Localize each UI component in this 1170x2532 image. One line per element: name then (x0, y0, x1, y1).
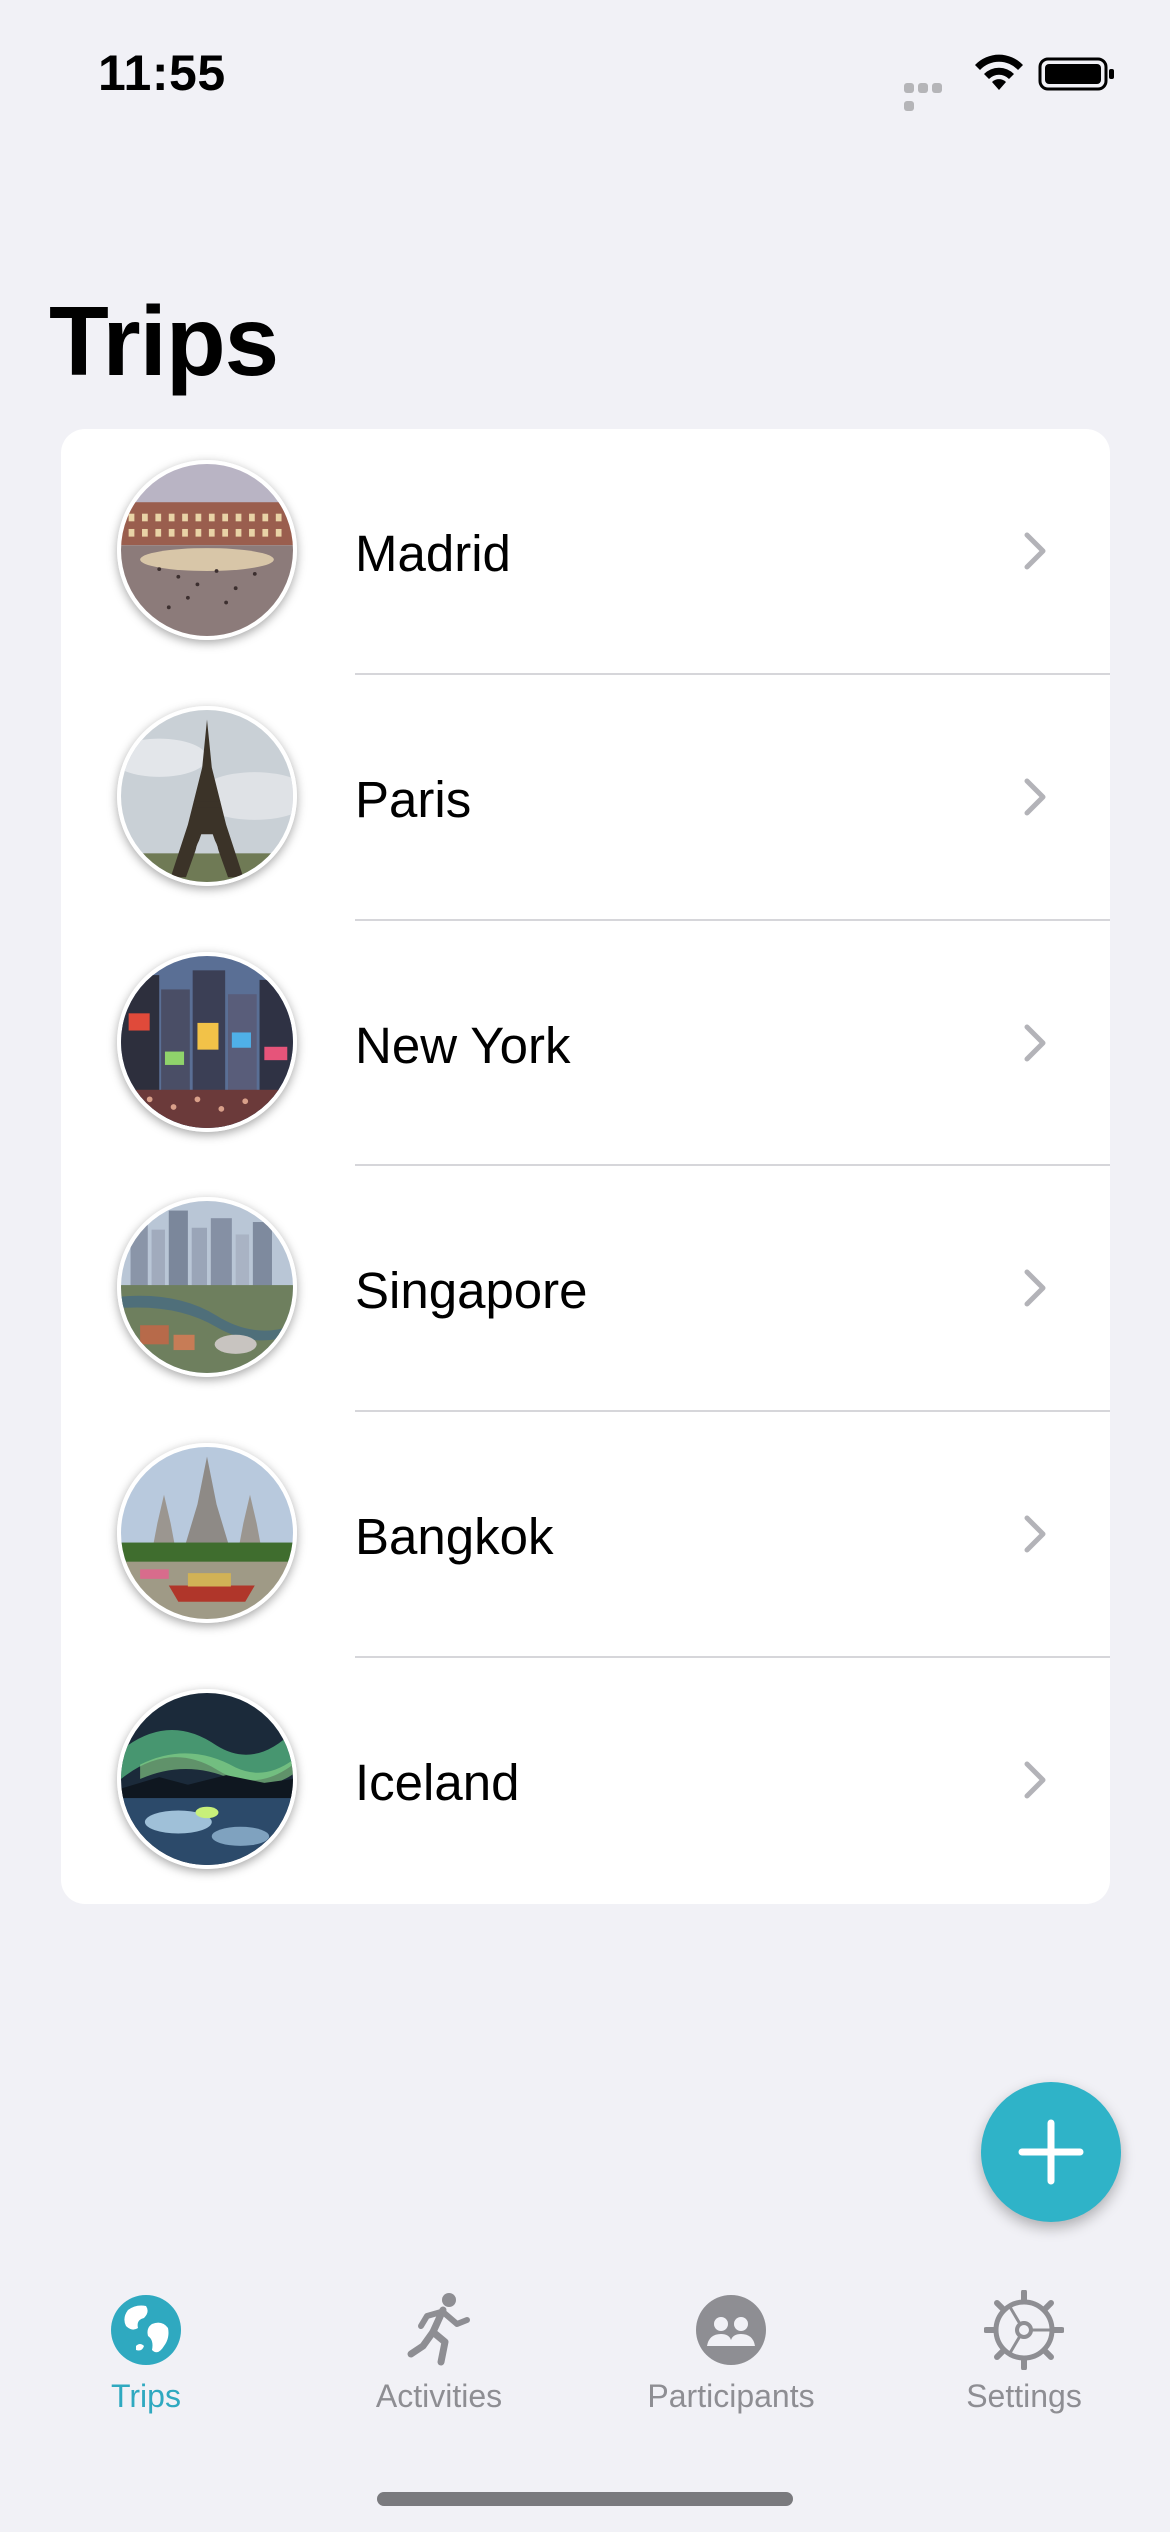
paris-photo (117, 705, 297, 886)
page-title: Trips (49, 286, 279, 396)
trip-name: Iceland (355, 1753, 520, 1811)
madrid-photo (117, 460, 297, 640)
plus-icon (1018, 2119, 1084, 2185)
chevron-right-icon (1024, 1024, 1046, 1062)
chevron-right-icon (1024, 1761, 1046, 1799)
globe-icon (111, 2295, 181, 2365)
wifi-icon (975, 54, 1023, 90)
running-person-icon (407, 2293, 470, 2366)
trip-name: Singapore (355, 1262, 588, 1320)
tab-trips[interactable]: Trips (26, 2290, 266, 2450)
status-bar: 11:55 (0, 0, 1170, 150)
iceland-photo (117, 1688, 297, 1869)
singapore-photo (117, 1197, 297, 1378)
trip-list: Madrid Paris New York Singapore Bangkok … (61, 429, 1110, 1904)
trip-name: New York (355, 1016, 571, 1074)
trip-name: Bangkok (355, 1508, 554, 1566)
chevron-right-icon (1024, 1515, 1046, 1553)
chevron-right-icon (1024, 1269, 1046, 1307)
chevron-right-icon (1024, 778, 1046, 816)
gear-icon (984, 2290, 1064, 2370)
trip-row-madrid[interactable]: Madrid (61, 429, 1110, 675)
trip-row-iceland[interactable]: Iceland (61, 1658, 1110, 1904)
cellular-signal-icon (904, 80, 958, 111)
add-trip-button[interactable] (981, 2082, 1121, 2222)
tab-label: Trips (111, 2378, 181, 2414)
trip-name: Paris (355, 770, 472, 828)
trip-name: Madrid (355, 525, 511, 582)
tab-activities[interactable]: Activities (319, 2290, 559, 2450)
tab-label: Settings (966, 2378, 1082, 2414)
trip-row-new-york[interactable]: New York (61, 921, 1110, 1167)
status-time: 11:55 (98, 45, 226, 101)
trip-row-singapore[interactable]: Singapore (61, 1166, 1110, 1413)
chevron-right-icon (1024, 532, 1046, 570)
trip-row-bangkok[interactable]: Bangkok (61, 1412, 1110, 1658)
new-york-photo (117, 951, 297, 1132)
battery-icon (1038, 57, 1114, 91)
home-indicator (377, 2492, 793, 2506)
tab-settings[interactable]: Settings (904, 2290, 1144, 2450)
tab-label: Activities (375, 2378, 503, 2414)
bangkok-photo (117, 1443, 297, 1624)
people-icon (696, 2295, 766, 2365)
trip-row-paris[interactable]: Paris (61, 675, 1110, 921)
tab-label: Participants (647, 2378, 815, 2414)
tab-participants[interactable]: Participants (611, 2290, 851, 2450)
